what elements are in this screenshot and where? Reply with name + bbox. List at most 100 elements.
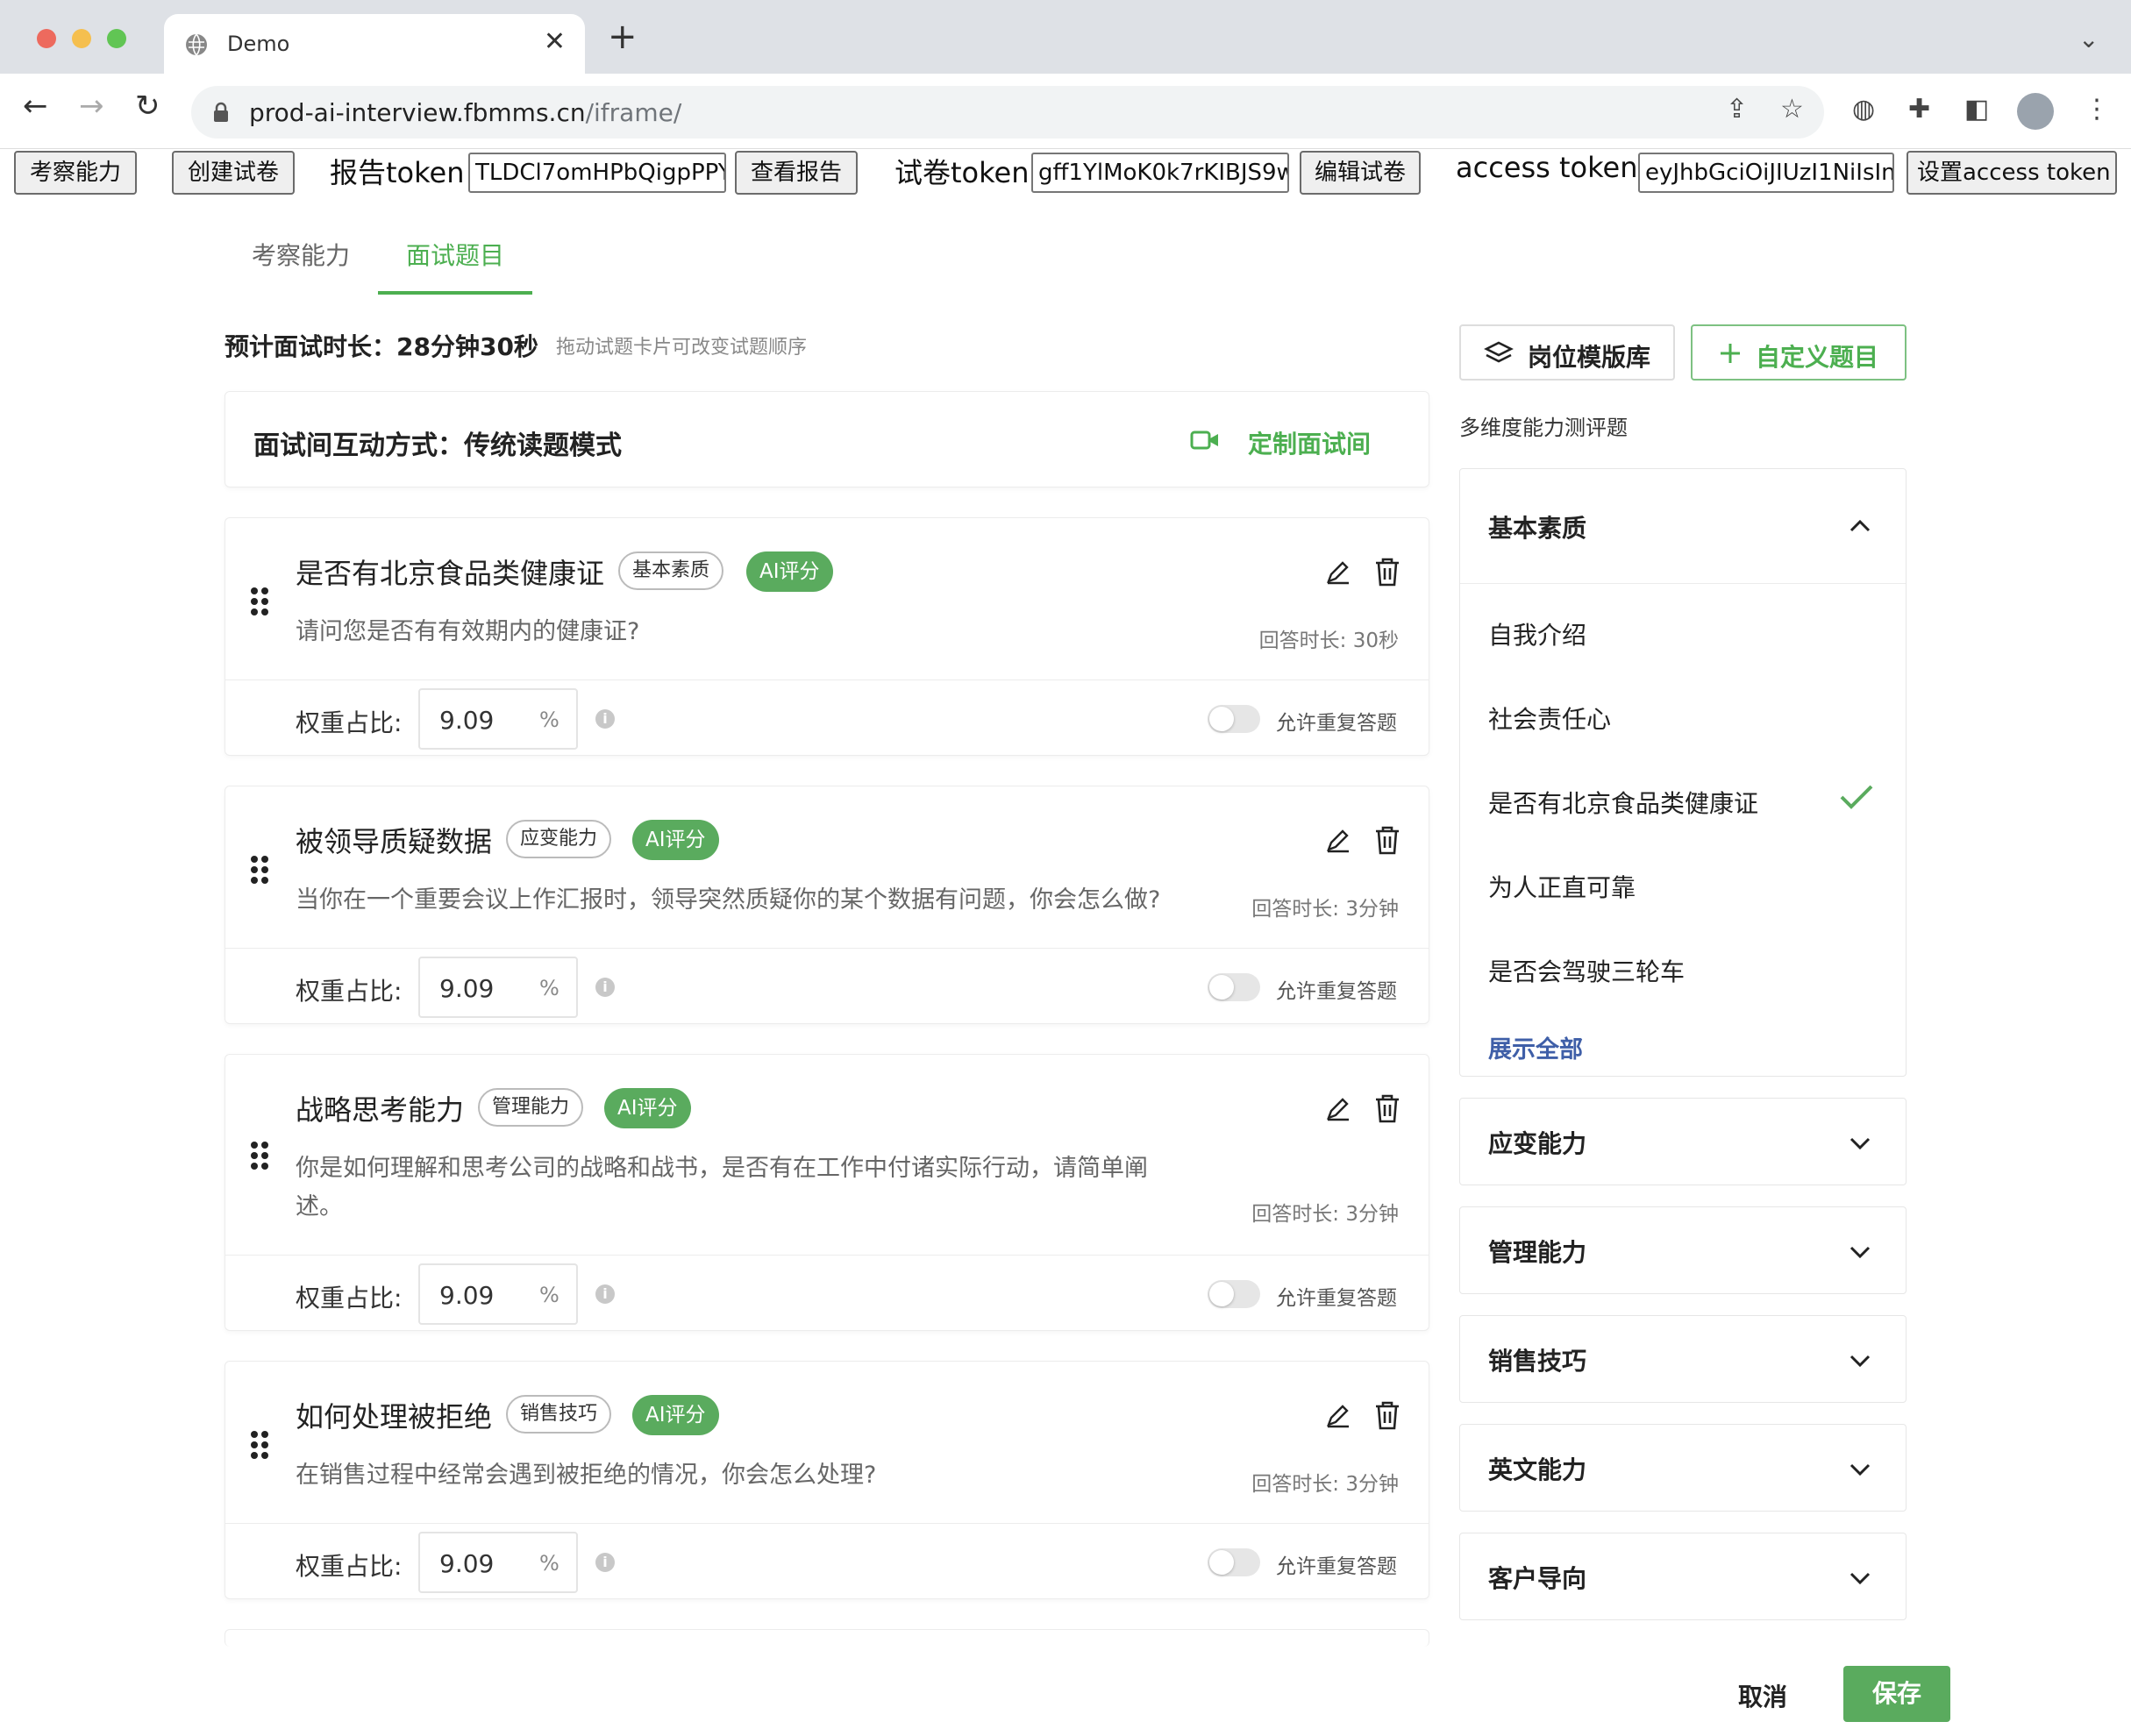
custom-question-button[interactable]: 自定义题目 <box>1691 324 1906 381</box>
ai-score-badge: AI评分 <box>604 1088 691 1128</box>
share-icon[interactable]: ⇪ <box>1726 96 1748 123</box>
show-all-link[interactable]: 展示全部 <box>1488 1030 1583 1064</box>
avatar[interactable] <box>2017 93 2054 130</box>
info-icon[interactable]: i <box>595 709 615 729</box>
allow-repeat-toggle[interactable] <box>1208 973 1260 1001</box>
ability-group[interactable]: 英文能力 <box>1459 1424 1906 1512</box>
allow-repeat-label: 允许重复答题 <box>1276 980 1397 1003</box>
allow-repeat-toggle[interactable] <box>1208 705 1260 733</box>
tab-title: Demo <box>227 32 290 56</box>
info-icon[interactable]: i <box>595 1284 615 1304</box>
group-title: 英文能力 <box>1488 1455 1587 1484</box>
tab-questions[interactable]: 面试题目 <box>406 237 504 272</box>
list-item[interactable]: 为人正直可靠 <box>1488 869 1636 904</box>
reload-icon[interactable]: ↻ <box>135 91 160 121</box>
question-card[interactable]: 战略思考能力 管理能力 AI评分 你是如何理解和思考公司的战略和战书，是否有在工… <box>225 1054 1429 1331</box>
side-panel-icon[interactable]: ◧ <box>1964 96 1989 123</box>
delete-icon[interactable] <box>1374 1093 1400 1123</box>
group-title: 应变能力 <box>1488 1129 1587 1158</box>
save-button[interactable]: 保存 <box>1843 1666 1950 1722</box>
question-title: 如何处理被拒绝 <box>296 1400 493 1434</box>
lock-icon <box>214 102 228 122</box>
drag-handle-icon[interactable] <box>250 587 269 616</box>
paper-token-input[interactable]: gff1YlMoK0k7rKIBJS9w <box>1031 153 1289 193</box>
drag-tip: 拖动试题卡片可改变试题顺序 <box>556 337 808 359</box>
question-card[interactable]: 如何处理被拒绝 销售技巧 AI评分 在销售过程中经常会遇到被拒绝的情况，你会怎么… <box>225 1361 1429 1599</box>
report-token-label: 报告token <box>330 156 465 189</box>
more-menu-icon[interactable]: ⋮ <box>2084 96 2110 123</box>
back-icon[interactable]: ← <box>23 91 48 121</box>
allow-repeat-toggle[interactable] <box>1208 1280 1260 1308</box>
forward-icon[interactable]: → <box>79 91 104 121</box>
question-description: 在销售过程中经常会遇到被拒绝的情况，你会怎么处理? <box>296 1462 877 1489</box>
delete-icon[interactable] <box>1374 1400 1400 1430</box>
list-item[interactable]: 自我介绍 <box>1488 616 1586 651</box>
ability-group[interactable]: 管理能力 <box>1459 1206 1906 1294</box>
chevron-down-icon[interactable] <box>1849 1355 1871 1367</box>
list-item[interactable]: 是否会驾驶三轮车 <box>1488 953 1685 988</box>
tab-close-icon[interactable]: ✕ <box>544 26 566 57</box>
weight-input[interactable]: 9.09% <box>418 957 578 1018</box>
edit-icon[interactable] <box>1325 1095 1351 1121</box>
list-item-selected[interactable]: 是否有北京食品类健康证 <box>1488 785 1758 820</box>
delete-icon[interactable] <box>1374 557 1400 587</box>
customize-room-link[interactable]: 定制面试间 <box>1248 425 1371 460</box>
weight-input[interactable]: 9.09% <box>418 1263 578 1325</box>
drag-handle-icon[interactable] <box>250 1430 269 1460</box>
tab-search-chevron-icon[interactable]: ⌄ <box>2078 25 2099 53</box>
window-close-button[interactable] <box>37 29 56 48</box>
new-tab-icon[interactable]: + <box>608 19 638 54</box>
divider <box>225 948 1429 949</box>
question-card[interactable]: 被领导质疑数据 应变能力 AI评分 当你在一个重要会议上作汇报时，领导突然质疑你… <box>225 786 1429 1024</box>
question-card[interactable]: 是否有北京食品类健康证 基本素质 AI评分 请问您是否有有效期内的健康证? 回答… <box>225 517 1429 756</box>
ability-group[interactable]: 应变能力 <box>1459 1098 1906 1185</box>
delete-icon[interactable] <box>1374 825 1400 855</box>
access-token-input[interactable]: eyJhbGciOiJIUzI1NiIsIn <box>1638 153 1894 193</box>
info-icon[interactable]: i <box>595 1553 615 1572</box>
edit-icon[interactable] <box>1325 827 1351 853</box>
edit-paper-button[interactable]: 编辑试卷 <box>1300 151 1421 195</box>
ability-button[interactable]: 考察能力 <box>14 151 137 195</box>
template-library-button[interactable]: 岗位模版库 <box>1459 324 1675 381</box>
set-access-token-button[interactable]: 设置access token <box>1906 151 2117 195</box>
weight-input[interactable]: 9.09% <box>418 688 578 750</box>
profile-extension-icon[interactable]: ◍ <box>1852 96 1875 123</box>
drag-handle-icon[interactable] <box>250 1141 269 1170</box>
paper-token-label: 试卷token <box>894 156 1030 189</box>
ability-group[interactable]: 销售技巧 <box>1459 1315 1906 1403</box>
edit-icon[interactable] <box>1325 559 1351 585</box>
report-token-input[interactable]: TLDCl7omHPbQigpPPY <box>468 153 726 193</box>
weight-input[interactable]: 9.09% <box>418 1532 578 1593</box>
answer-duration: 回答时长: 3分钟 <box>1251 1473 1399 1496</box>
chevron-down-icon[interactable] <box>1849 1463 1871 1476</box>
info-icon[interactable]: i <box>595 978 615 997</box>
create-paper-button[interactable]: 创建试卷 <box>172 151 295 195</box>
ability-group-basic: 基本素质 自我介绍 社会责任心 是否有北京食品类健康证 为人正直可靠 是否会驾驶… <box>1459 468 1906 1077</box>
chevron-down-icon[interactable] <box>1849 1572 1871 1584</box>
chevron-up-icon[interactable] <box>1849 520 1871 532</box>
weight-label: 权重占比: <box>296 1284 403 1313</box>
window-minimize-button[interactable] <box>72 29 91 48</box>
ability-group[interactable]: 客户导向 <box>1459 1533 1906 1620</box>
tab-ability[interactable]: 考察能力 <box>252 237 350 272</box>
view-report-button[interactable]: 查看报告 <box>735 151 858 195</box>
list-item[interactable]: 社会责任心 <box>1488 701 1611 736</box>
ai-score-badge: AI评分 <box>632 1395 719 1435</box>
chevron-down-icon[interactable] <box>1849 1137 1871 1149</box>
ability-tag: 应变能力 <box>506 820 612 858</box>
access-token-label: access token <box>1456 151 1638 184</box>
browser-tab[interactable]: Demo ✕ <box>164 14 585 74</box>
allow-repeat-toggle[interactable] <box>1208 1548 1260 1576</box>
window-zoom-button[interactable] <box>107 29 126 48</box>
chevron-down-icon[interactable] <box>1849 1246 1871 1258</box>
group-title: 管理能力 <box>1488 1238 1587 1267</box>
edit-icon[interactable] <box>1325 1402 1351 1428</box>
extensions-puzzle-icon[interactable]: ✚ <box>1908 96 1930 123</box>
cancel-button[interactable]: 取消 <box>1738 1678 1787 1713</box>
group-title[interactable]: 基本素质 <box>1488 509 1586 544</box>
address-bar[interactable]: prod-ai-interview.fbmms.cn/iframe/ ⇪ ☆ <box>191 86 1824 139</box>
interaction-mode-card: 面试间互动方式：传统读题模式 定制面试间 <box>225 391 1429 487</box>
drag-handle-icon[interactable] <box>250 855 269 885</box>
bookmark-star-icon[interactable]: ☆ <box>1780 96 1804 123</box>
ability-tag: 基本素质 <box>618 551 724 590</box>
